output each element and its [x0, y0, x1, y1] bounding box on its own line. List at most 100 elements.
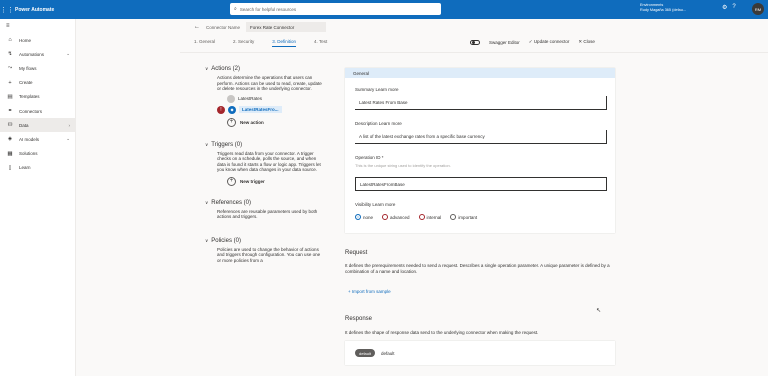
action-icon: ◆ — [228, 105, 236, 114]
nav-label: Home — [19, 37, 32, 43]
nav-item-templates[interactable]: ▤ Templates — [0, 90, 75, 104]
description-label: Description Learn more — [355, 121, 402, 126]
help-icon[interactable]: ? — [732, 4, 735, 11]
response-label: default — [381, 350, 395, 356]
operation-id-help: This is the unique string used to identi… — [355, 163, 451, 168]
connectors-icon: ⚭ — [7, 108, 13, 115]
back-arrow-icon[interactable]: ← — [194, 24, 200, 30]
radio-label: important — [458, 214, 478, 220]
policies-desc: Policies are used to change the behavior… — [217, 246, 321, 263]
app-launcher-icon[interactable]: ⋮⋮ — [0, 0, 14, 19]
general-card: General Summary Learn more Latest Rates … — [345, 68, 615, 233]
nav-item-automations[interactable]: ↯ Automations ⌄ — [0, 47, 75, 61]
search-input[interactable]: ⌕ Search for helpful resources — [230, 3, 441, 15]
connector-name-input[interactable]: Forex Rate Connector — [246, 22, 327, 32]
nav-item-home[interactable]: ⌂ Home — [0, 33, 75, 47]
new-trigger-button[interactable]: + New trigger — [227, 176, 330, 186]
nav-label: Templates — [19, 94, 40, 100]
nav-item-learn[interactable]: ▯ Learn — [0, 161, 75, 175]
response-desc: It defines the shape of response data se… — [345, 330, 539, 335]
settings-icon[interactable]: ⚙ — [722, 4, 727, 11]
nav-label: Learn — [19, 165, 31, 171]
action-item-selected[interactable]: ! ◆ LatestRatesFro... — [217, 105, 330, 114]
hamburger-icon[interactable]: ≡ — [0, 19, 75, 33]
policies-title: Policies (0) — [211, 237, 241, 244]
tab-security[interactable]: 2. Security — [233, 39, 254, 47]
references-desc: References are reusable parameters used … — [217, 208, 318, 220]
mouse-cursor-icon: ↖ — [596, 308, 602, 314]
nav-item-ai-models[interactable]: ◈ AI models ⌄ — [0, 132, 75, 146]
action-item[interactable]: LatestRates — [227, 94, 330, 103]
references-section-header[interactable]: ∨ References (0) — [205, 200, 330, 206]
radio-label: internal — [426, 214, 442, 220]
close-button[interactable]: ✕ Close — [578, 39, 595, 45]
plus-icon: + — [227, 117, 236, 127]
triggers-title: Triggers (0) — [211, 141, 243, 148]
triggers-section-header[interactable]: ∨ Triggers (0) — [205, 142, 330, 148]
nav-item-data[interactable]: ⛁ Data › — [0, 118, 75, 133]
actions-desc: Actions determine the operations that us… — [217, 75, 322, 91]
solutions-icon: ▦ — [7, 150, 13, 157]
update-connector-label: Update connector — [533, 39, 570, 44]
warning-icon: ! — [217, 105, 225, 114]
import-from-sample-button[interactable]: + Import from sample — [348, 289, 391, 294]
new-action-button[interactable]: + New action — [227, 117, 330, 127]
search-placeholder: Search for helpful resources — [239, 6, 297, 12]
nav-label: Data — [19, 122, 29, 128]
tab-test[interactable]: 4. Test — [314, 39, 327, 47]
command-divider — [180, 52, 768, 53]
avatar[interactable]: RM — [752, 3, 764, 15]
nav-item-my-flows[interactable]: ⤳ My flows — [0, 61, 75, 75]
summary-input[interactable]: Latest Rates From Base — [355, 96, 607, 110]
top-icons: ⚙ ? — [722, 4, 736, 11]
description-input[interactable]: A list of the latest exchange rates from… — [355, 130, 607, 144]
environment-name: Rudy Magaña 365 (defau... — [640, 8, 687, 12]
visibility-label: Visibility Learn more — [355, 202, 396, 207]
nav-label: Automations — [19, 51, 45, 57]
radio-label: none — [363, 214, 374, 220]
top-bar: ⋮⋮ Power Automate ⌕ Search for helpful r… — [0, 0, 768, 19]
flows-icon: ⤳ — [7, 64, 13, 71]
visibility-important[interactable]: important — [450, 214, 477, 220]
nav-item-connectors[interactable]: ⚭ Connectors — [0, 104, 75, 118]
operation-id-input[interactable]: LatestRatesFromBase — [355, 177, 607, 191]
ai-icon: ◈ — [7, 136, 13, 143]
action-label: LatestRatesFro... — [239, 106, 282, 113]
actions-section-header[interactable]: ∨ Actions (2) — [205, 66, 330, 72]
search-icon: ⌕ — [234, 6, 237, 12]
visibility-none[interactable]: none — [355, 214, 373, 220]
policies-section-header[interactable]: ∨ Policies (0) — [205, 238, 330, 244]
request-title: Request — [345, 250, 368, 256]
request-desc: It defines the prerequirements needed to… — [345, 263, 610, 274]
data-icon: ⛁ — [7, 122, 13, 129]
update-connector-button[interactable]: ✓ Update connector — [529, 39, 570, 45]
triggers-desc: Triggers read data from your connector. … — [217, 150, 321, 173]
response-pill[interactable]: default — [355, 349, 376, 357]
nav-item-create[interactable]: + Create — [0, 76, 75, 90]
app-name: Power Automate — [15, 6, 55, 13]
chevron-down-icon: ∨ — [205, 237, 209, 243]
references-title: References (0) — [211, 199, 251, 206]
actions-title: Actions (2) — [211, 66, 240, 72]
chevron-down-icon: ∨ — [205, 141, 209, 147]
tab-definition[interactable]: 3. Definition — [272, 39, 297, 47]
nav-item-solutions[interactable]: ▦ Solutions — [0, 147, 75, 161]
nav-label: Connectors — [19, 108, 43, 114]
visibility-advanced[interactable]: advanced — [382, 214, 410, 220]
swagger-editor-label[interactable]: Swagger Editor — [489, 40, 520, 45]
visibility-radio-group: none advanced internal important — [355, 214, 477, 220]
environment-picker[interactable]: Environments Rudy Magaña 365 (defau... — [640, 3, 686, 13]
nav-label: AI models — [19, 136, 40, 142]
wizard-steps: 1. General 2. Security 3. Definition 4. … — [194, 39, 327, 47]
radio-icon — [382, 214, 389, 220]
chevron-right-icon: › — [68, 122, 71, 128]
plus-icon: + — [227, 176, 236, 186]
close-label: Close — [583, 39, 595, 44]
radio-selected-icon — [355, 214, 361, 220]
visibility-internal[interactable]: internal — [418, 214, 442, 220]
home-icon: ⌂ — [8, 37, 12, 44]
response-card: default default — [345, 341, 615, 365]
tab-general[interactable]: 1. General — [194, 39, 215, 47]
chevron-down-icon: ⌄ — [66, 51, 70, 57]
swagger-toggle[interactable] — [470, 39, 480, 45]
